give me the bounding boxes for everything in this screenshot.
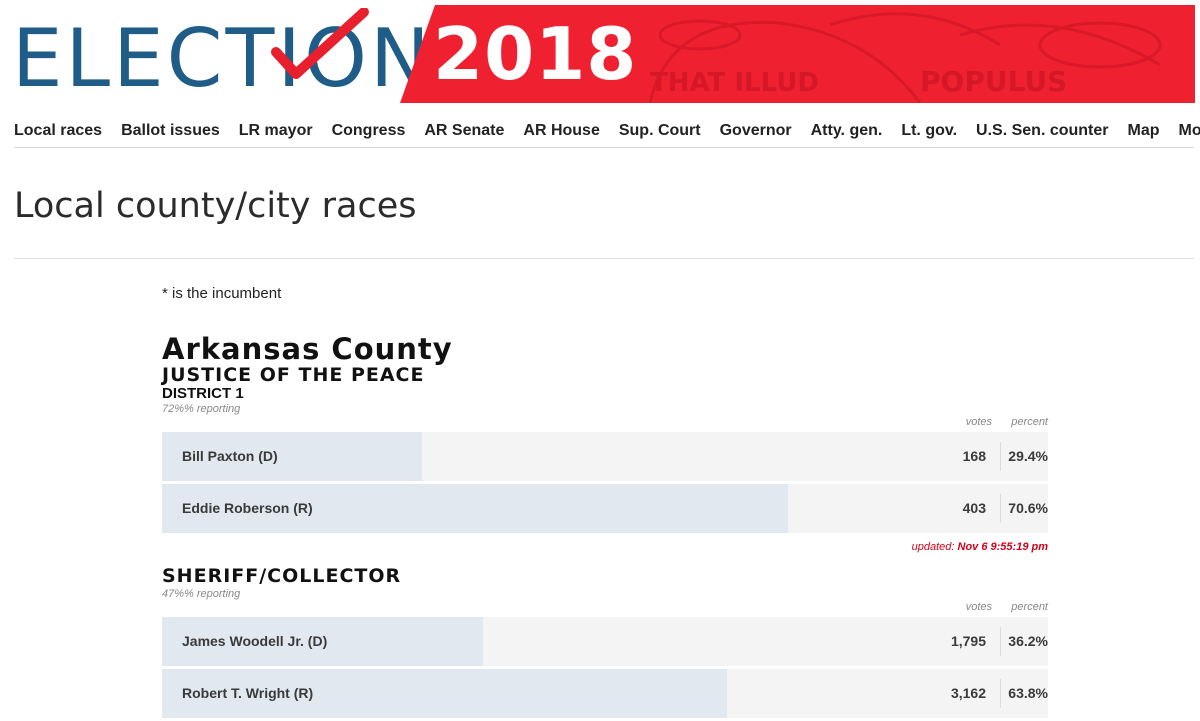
- nav-sup-court[interactable]: Sup. Court: [619, 120, 701, 142]
- checkmark-icon: [270, 8, 370, 88]
- candidate-votes: 1,795: [906, 617, 986, 666]
- candidate-percent: 63.8%: [1002, 669, 1048, 718]
- results-section: * is the incumbent Arkansas County JUSTI…: [162, 284, 1048, 721]
- candidate-percent: 29.4%: [1002, 432, 1048, 481]
- candidate-votes: 168: [906, 432, 986, 481]
- nav-local-races[interactable]: Local races: [14, 120, 102, 142]
- nav-ar-senate[interactable]: AR Senate: [424, 120, 504, 142]
- votes-column-header: votes: [952, 601, 992, 613]
- column-divider: [1000, 442, 1001, 471]
- incumbent-note: * is the incumbent: [162, 284, 1048, 304]
- svg-text:THAT ILLUD: THAT ILLUD: [650, 68, 819, 98]
- column-divider: [1000, 627, 1001, 656]
- county-heading: Arkansas County: [162, 334, 1048, 364]
- page-title: Local county/city races: [14, 184, 416, 228]
- race-sheriff-collector: SHERIFF/COLLECTOR 47%% reporting votes p…: [162, 565, 1048, 718]
- candidate-row: James Woodell Jr. (D) 1,795 36.2%: [162, 617, 1048, 666]
- candidate-row: Bill Paxton (D) 168 29.4%: [162, 432, 1048, 481]
- year-banner: THAT ILLUD POPULUS 2018: [400, 5, 1195, 103]
- nav-ballot-issues[interactable]: Ballot issues: [121, 120, 220, 142]
- updated-time: Nov 6 9:55:19 pm: [958, 541, 1048, 553]
- candidate-name: Bill Paxton (D): [182, 432, 278, 481]
- candidate-votes: 403: [906, 484, 986, 533]
- nav-more[interactable]: More: [1179, 120, 1200, 142]
- race-title: SHERIFF/COLLECTOR: [162, 565, 1048, 587]
- updated-timestamp: updated: Nov 6 9:55:19 pm: [162, 539, 1048, 555]
- race-justice-of-the-peace: JUSTICE OF THE PEACE DISTRICT 1 72%% rep…: [162, 364, 1048, 555]
- race-district: DISTRICT 1: [162, 386, 1048, 402]
- nav-lr-mayor[interactable]: LR mayor: [239, 120, 313, 142]
- race-title: JUSTICE OF THE PEACE: [162, 364, 1048, 386]
- candidate-percent: 36.2%: [1002, 617, 1048, 666]
- nav-congress[interactable]: Congress: [332, 120, 406, 142]
- nav-map[interactable]: Map: [1128, 120, 1160, 142]
- candidate-row: Robert T. Wright (R) 3,162 63.8%: [162, 669, 1048, 718]
- site-header: ELECTION THAT ILLUD POPULUS 2018: [0, 0, 1200, 105]
- nav-atty-gen[interactable]: Atty. gen.: [811, 120, 883, 142]
- svg-text:POPULUS: POPULUS: [920, 65, 1067, 98]
- nav-governor[interactable]: Governor: [720, 120, 792, 142]
- votes-column-header: votes: [952, 416, 992, 428]
- main-nav: Local races Ballot issues LR mayor Congr…: [14, 114, 1194, 148]
- nav-ar-house[interactable]: AR House: [523, 120, 599, 142]
- candidate-name: James Woodell Jr. (D): [182, 617, 327, 666]
- candidate-name: Robert T. Wright (R): [182, 669, 313, 718]
- divider: [14, 258, 1194, 259]
- updated-label: updated:: [912, 541, 955, 553]
- column-headers: votes percent: [162, 416, 1048, 432]
- reporting-status: 47%% reporting: [162, 587, 1048, 601]
- nav-us-sen-counter[interactable]: U.S. Sen. counter: [976, 120, 1108, 142]
- percent-column-header: percent: [998, 601, 1048, 613]
- candidate-percent: 70.6%: [1002, 484, 1048, 533]
- column-headers: votes percent: [162, 601, 1048, 617]
- percent-column-header: percent: [998, 416, 1048, 428]
- candidate-votes: 3,162: [906, 669, 986, 718]
- candidate-row: Eddie Roberson (R) 403 70.6%: [162, 484, 1048, 533]
- candidate-name: Eddie Roberson (R): [182, 484, 313, 533]
- reporting-status: 72%% reporting: [162, 402, 1048, 416]
- logo-year: 2018: [433, 9, 637, 99]
- nav-lt-gov[interactable]: Lt. gov.: [901, 120, 957, 142]
- column-divider: [1000, 494, 1001, 523]
